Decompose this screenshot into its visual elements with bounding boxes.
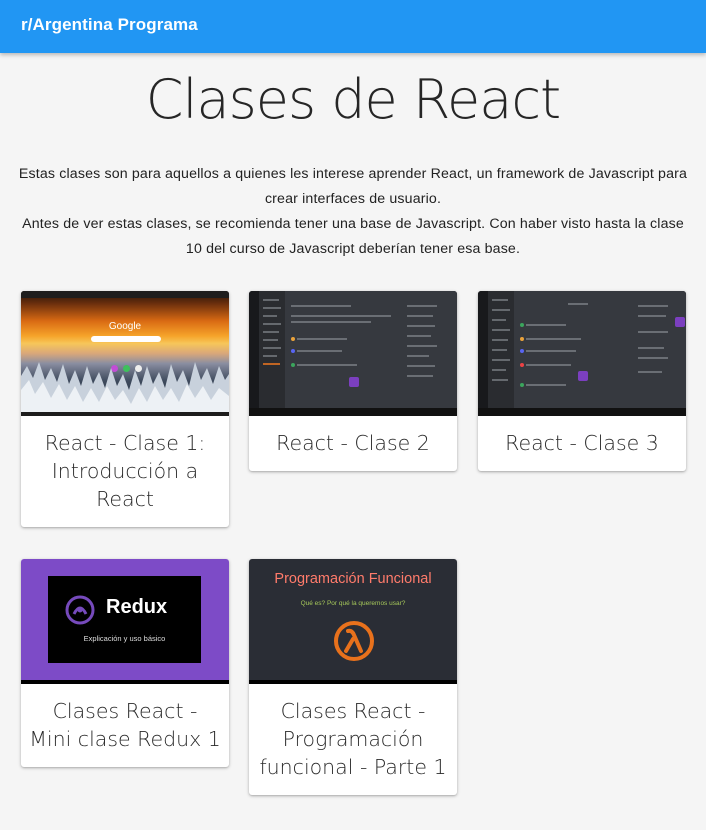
fp-thumb-title: Programación Funcional — [274, 571, 432, 587]
redux-logo-icon — [65, 595, 95, 625]
class-card-2-title[interactable]: React - Clase 2 — [249, 416, 457, 471]
fp-thumb-subtitle: Qué es? Por qué la queremos usar? — [300, 600, 406, 607]
class-card-5[interactable]: Programación Funcional Qué es? Por qué l… — [249, 559, 457, 795]
intro-paragraph-2: Antes de ver estas clases, se recomienda… — [22, 216, 684, 257]
class-card-3-title[interactable]: React - Clase 3 — [478, 416, 686, 471]
intro-text: Estas clases son para aquellos a quienes… — [14, 162, 692, 262]
page-title: Clases de React — [145, 68, 561, 131]
brand-link[interactable]: r/Argentina Programa — [21, 15, 198, 35]
functional-programming-thumbnail[interactable]: Programación Funcional Qué es? Por qué l… — [249, 559, 457, 684]
class-1-thumbnail[interactable]: Google — [21, 291, 229, 416]
redux-thumb-title: Redux — [106, 596, 168, 618]
class-card-4[interactable]: Redux Explicación y uso básico Clases Re… — [21, 559, 229, 767]
class-card-5-title[interactable]: Clases React - Programación funcional - … — [249, 684, 457, 795]
top-navbar: r/Argentina Programa — [0, 0, 706, 53]
class-card-1-title[interactable]: React - Clase 1: Introducción a React — [21, 416, 229, 527]
google-logo-text: Google — [108, 321, 142, 332]
class-card-3[interactable]: React - Clase 3 — [478, 291, 686, 471]
class-2-thumbnail[interactable] — [249, 291, 457, 416]
class-3-thumbnail[interactable] — [478, 291, 686, 416]
class-card-1[interactable]: Google React - Clase 1: Introducción a R… — [21, 291, 229, 527]
class-card-4-title[interactable]: Clases React - Mini clase Redux 1 — [21, 684, 229, 767]
class-card-2[interactable]: React - Clase 2 — [249, 291, 457, 471]
intro-paragraph-1: Estas clases son para aquellos a quienes… — [18, 166, 688, 207]
redux-thumb-subtitle: Explicación y uso básico — [83, 634, 166, 643]
forest-image — [21, 362, 229, 416]
lambda-icon — [334, 621, 374, 661]
redux-thumbnail[interactable]: Redux Explicación y uso básico — [21, 559, 229, 684]
